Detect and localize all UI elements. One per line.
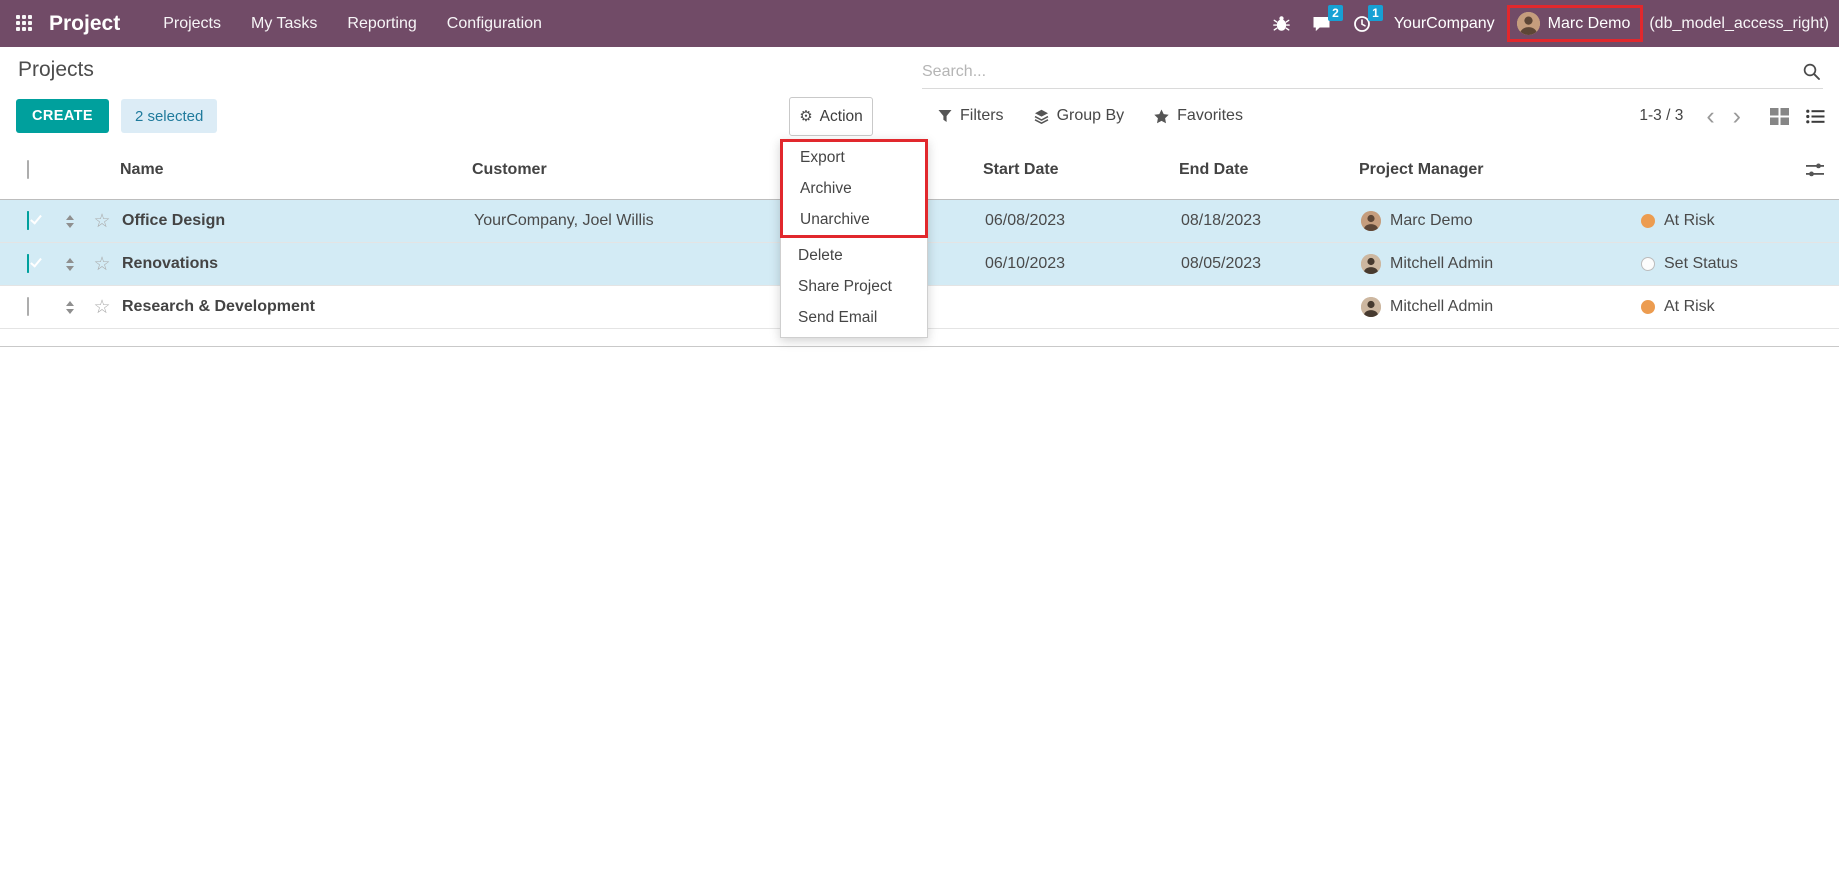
main-menu: Projects My Tasks Reporting Configuratio…	[148, 0, 557, 47]
favorites-label: Favorites	[1177, 107, 1243, 125]
db-name-label: (db_model_access_right)	[1649, 15, 1829, 33]
user-name: Marc Demo	[1548, 15, 1631, 33]
highlighted-menu-group: Export Archive Unarchive	[780, 139, 928, 238]
menu-reporting[interactable]: Reporting	[332, 0, 431, 47]
manager-name: Mitchell Admin	[1390, 255, 1493, 273]
activities-badge: 1	[1368, 5, 1383, 21]
project-end-date: 08/18/2023	[1179, 212, 1359, 230]
row-checkbox[interactable]	[27, 297, 29, 316]
odoo-window: Project Projects My Tasks Reporting Conf…	[0, 0, 1839, 883]
messages-button[interactable]: 2	[1301, 0, 1342, 47]
pager-value: 1-3 / 3	[1639, 107, 1683, 125]
project-name: Research & Development	[120, 298, 472, 316]
row-checkbox[interactable]	[27, 211, 29, 230]
search-input[interactable]	[922, 63, 1800, 81]
menu-projects[interactable]: Projects	[148, 0, 236, 47]
activities-button[interactable]: 1	[1342, 0, 1382, 47]
column-header-end-date[interactable]: End Date	[1179, 161, 1359, 179]
status-dot-icon	[1641, 300, 1655, 314]
filter-funnel-icon	[938, 109, 952, 123]
column-header-name[interactable]: Name	[120, 161, 472, 179]
status-dot-icon	[1641, 257, 1655, 271]
control-panel-buttons: CREATE 2 selected ⚙ Action Filters Group…	[0, 92, 1839, 140]
favorites-button[interactable]: Favorites	[1154, 107, 1243, 125]
debug-bug-icon[interactable]	[1262, 0, 1301, 47]
manager-name: Mitchell Admin	[1390, 298, 1493, 316]
project-end-date: 08/05/2023	[1179, 255, 1359, 273]
company-switcher[interactable]: YourCompany	[1394, 15, 1495, 33]
status-label: At Risk	[1664, 298, 1715, 316]
pager-previous-icon[interactable]: ‹	[1697, 104, 1723, 129]
project-manager-cell: Mitchell Admin	[1359, 297, 1639, 317]
manager-avatar	[1361, 211, 1381, 231]
list-view-icon[interactable]	[1806, 109, 1825, 124]
row-checkbox[interactable]	[27, 254, 29, 273]
menu-item-delete[interactable]: Delete	[781, 240, 927, 271]
drag-handle-icon[interactable]	[66, 258, 74, 271]
menu-item-unarchive[interactable]: Unarchive	[783, 204, 925, 235]
menu-item-share-project[interactable]: Share Project	[781, 271, 927, 302]
drag-handle-icon[interactable]	[66, 301, 74, 314]
app-title: Project	[49, 12, 120, 36]
project-start-date: 06/10/2023	[983, 255, 1179, 273]
manager-name: Marc Demo	[1390, 212, 1473, 230]
status-label: Set Status	[1664, 255, 1738, 273]
gear-icon: ⚙	[799, 109, 812, 124]
menu-item-export[interactable]: Export	[783, 142, 925, 173]
left-actions: CREATE 2 selected	[16, 99, 217, 133]
top-navbar: Project Projects My Tasks Reporting Conf…	[0, 0, 1839, 47]
action-dropdown-menu: Export Archive Unarchive Delete Share Pr…	[780, 139, 928, 338]
menu-item-archive[interactable]: Archive	[783, 173, 925, 204]
search-icon[interactable]	[1800, 62, 1823, 81]
bug-icon	[1273, 15, 1290, 32]
groupby-label: Group By	[1057, 107, 1125, 125]
drag-handle-icon[interactable]	[66, 215, 74, 228]
layers-icon	[1034, 109, 1049, 124]
selected-count-badge[interactable]: 2 selected	[121, 99, 217, 133]
project-status-cell[interactable]: At Risk	[1639, 212, 1791, 230]
filters-button[interactable]: Filters	[938, 107, 1004, 125]
manager-avatar	[1361, 297, 1381, 317]
search-bar	[922, 55, 1823, 89]
manager-avatar	[1361, 254, 1381, 274]
action-dropdown-button[interactable]: ⚙ Action	[789, 97, 873, 136]
apps-grid-icon[interactable]	[16, 15, 34, 33]
status-dot-icon	[1641, 214, 1655, 228]
select-all-checkbox[interactable]	[27, 160, 29, 179]
optional-columns-icon[interactable]	[1806, 162, 1824, 178]
star-icon	[1154, 109, 1169, 124]
column-header-project-manager[interactable]: Project Manager	[1359, 161, 1639, 179]
navbar-systray: 2 1 YourCompany Marc Demo	[1262, 0, 1829, 47]
pager-and-views: 1-3 / 3 ‹ ›	[1639, 92, 1825, 140]
groupby-button[interactable]: Group By	[1034, 107, 1125, 125]
project-name: Office Design	[120, 212, 472, 230]
user-avatar	[1517, 12, 1540, 35]
favorite-star-icon[interactable]: ☆	[93, 255, 110, 274]
favorite-star-icon[interactable]: ☆	[93, 298, 110, 317]
control-panel-top: Projects	[0, 47, 1839, 92]
project-manager-cell: Mitchell Admin	[1359, 254, 1639, 274]
status-label: At Risk	[1664, 212, 1715, 230]
project-status-cell[interactable]: At Risk	[1639, 298, 1791, 316]
action-button-label: Action	[820, 108, 863, 126]
project-status-cell[interactable]: Set Status	[1639, 255, 1791, 273]
project-manager-cell: Marc Demo	[1359, 211, 1639, 231]
menu-configuration[interactable]: Configuration	[432, 0, 557, 47]
search-tools: Filters Group By Favorites	[938, 92, 1243, 140]
menu-item-send-email[interactable]: Send Email	[781, 302, 927, 333]
menu-my-tasks[interactable]: My Tasks	[236, 0, 332, 47]
messages-badge: 2	[1328, 5, 1343, 21]
breadcrumb: Projects	[18, 58, 94, 82]
favorite-star-icon[interactable]: ☆	[93, 212, 110, 231]
project-start-date: 06/08/2023	[983, 212, 1179, 230]
kanban-view-icon[interactable]	[1770, 108, 1789, 125]
user-menu[interactable]: Marc Demo	[1507, 5, 1644, 42]
project-name: Renovations	[120, 255, 472, 273]
filters-label: Filters	[960, 107, 1004, 125]
column-header-start-date[interactable]: Start Date	[983, 161, 1179, 179]
pager-next-icon[interactable]: ›	[1724, 104, 1750, 129]
view-switcher	[1770, 108, 1825, 125]
create-button[interactable]: CREATE	[16, 99, 109, 133]
